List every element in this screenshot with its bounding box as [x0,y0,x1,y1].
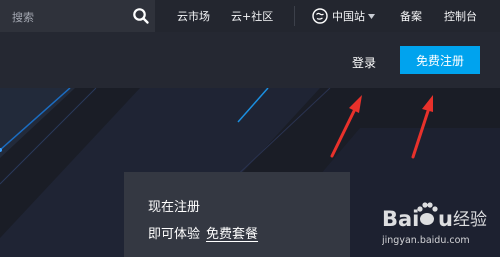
nav-link-console[interactable]: 控制台 [444,8,477,24]
globe-icon [312,8,328,24]
promo-title: 现在注册 [148,200,201,215]
chevron-down-icon [368,13,375,19]
login-link[interactable]: 登录 [352,54,376,71]
promo-card: 现在注册 即可体验 免费套餐 [124,172,350,257]
nav-link-cloud-market[interactable]: 云市场 [177,8,210,24]
region-selector[interactable]: 中国站 [312,6,375,26]
svg-text:u: u [438,207,453,231]
nav-link-filing[interactable]: 备案 [400,8,422,24]
region-label: 中国站 [332,10,365,23]
promo-subtitle: 即可体验 免费套餐 [148,223,258,242]
top-nav-bar: 云市场 云+社区 中国站 备案 控制台 [0,0,500,32]
hero-panel-left [0,88,75,158]
svg-text:经验: 经验 [453,210,487,230]
svg-text:Bai: Bai [382,207,419,231]
paw-icon [417,202,438,225]
baidu-jingyan-watermark: Bai u 经验 jingyan.baidu.com [382,202,487,246]
search-box [0,0,155,32]
search-input[interactable] [10,8,124,26]
register-button[interactable]: 免费注册 [400,46,480,74]
nav-link-cloud-community[interactable]: 云+社区 [231,8,273,24]
nav-divider [294,6,295,26]
promo-subtitle-text: 即可体验 [148,227,201,242]
watermark-url: jingyan.baidu.com [382,235,470,246]
free-package-link[interactable]: 免费套餐 [206,227,258,242]
search-icon[interactable] [132,7,150,25]
